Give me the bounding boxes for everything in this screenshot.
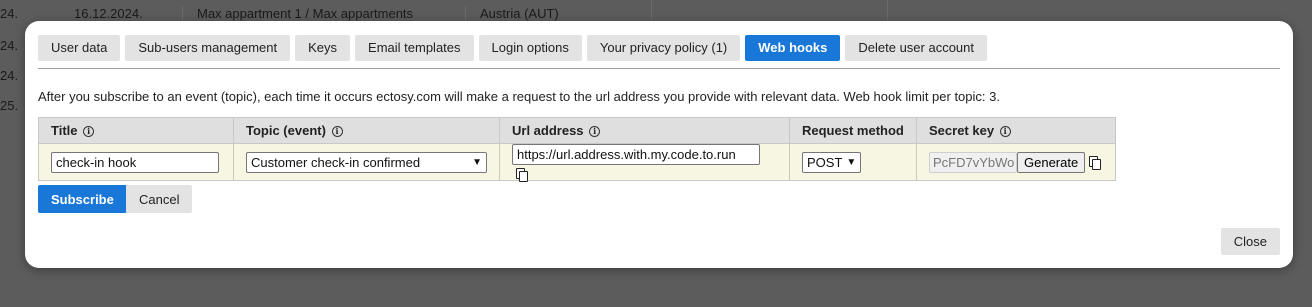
row-number: 24. [0, 38, 19, 53]
cell-url [499, 143, 790, 182]
row-date: 16.12.2024. [74, 5, 143, 21]
cell-secret: PcFD7vYbWo Generate [916, 143, 1116, 181]
web-hooks-table: Title i Topic (event) i Url address i Re… [38, 117, 1116, 182]
title-input[interactable] [51, 151, 219, 173]
cell-topic: Customer check-in confirmed ▼ [233, 143, 500, 181]
cell-title [38, 143, 234, 181]
header-title: Title i [38, 117, 234, 144]
background-row-numbers: 24. 24. 25. [0, 38, 18, 128]
row-number: 24. [0, 68, 19, 83]
table-row: Customer check-in confirmed ▼ POST ▼ PcF… [38, 143, 1116, 182]
header-method-label: Request method [802, 123, 904, 138]
info-icon[interactable]: i [83, 126, 95, 138]
header-secret-label: Secret key [929, 123, 995, 138]
header-topic-label: Topic (event) [246, 123, 326, 138]
topic-select-value: Customer check-in confirmed [251, 154, 421, 170]
tab-sub-users-management[interactable]: Sub-users management [125, 35, 291, 61]
close-button[interactable]: Close [1220, 228, 1280, 255]
intro-text: After you subscribe to an event (topic),… [38, 89, 1000, 104]
header-topic: Topic (event) i [233, 117, 500, 144]
secret-key-field[interactable]: PcFD7vYbWo [929, 151, 1017, 173]
table-header-row: Title i Topic (event) i Url address i Re… [38, 117, 1116, 144]
chevron-down-icon: ▼ [846, 156, 857, 168]
url-input[interactable] [512, 144, 760, 165]
settings-tabs: User data Sub-users management Keys Emai… [38, 35, 987, 61]
method-select[interactable]: POST ▼ [802, 151, 861, 173]
method-select-value: POST [807, 154, 843, 170]
tab-delete-user-account[interactable]: Delete user account [845, 35, 987, 61]
tab-email-templates[interactable]: Email templates [355, 35, 474, 61]
chevron-down-icon: ▼ [472, 156, 482, 168]
web-hooks-modal: User data Sub-users management Keys Emai… [25, 21, 1293, 268]
header-url-label: Url address [512, 123, 584, 138]
info-icon[interactable]: i [589, 126, 601, 138]
generate-button[interactable]: Generate [1017, 151, 1086, 173]
copy-icon[interactable] [516, 167, 528, 182]
row-number: 24. [0, 5, 19, 21]
header-url: Url address i [499, 117, 790, 144]
tab-keys[interactable]: Keys [295, 35, 351, 61]
row-property-name: Max appartment 1 / Max appartments [182, 5, 465, 21]
tab-user-data[interactable]: User data [38, 35, 121, 61]
header-method: Request method [789, 117, 917, 144]
topic-select[interactable]: Customer check-in confirmed ▼ [246, 151, 487, 173]
header-title-label: Title [51, 123, 78, 138]
cancel-button[interactable]: Cancel [126, 185, 193, 213]
tab-web-hooks[interactable]: Web hooks [745, 35, 841, 61]
header-secret: Secret key i [916, 117, 1116, 144]
info-icon[interactable]: i [999, 126, 1011, 138]
tab-privacy-policy[interactable]: Your privacy policy (1) [586, 35, 741, 61]
cell-method: POST ▼ [789, 143, 917, 181]
row-country: Austria (AUT) [465, 5, 651, 21]
tabs-divider [38, 68, 1280, 69]
copy-icon[interactable] [1089, 156, 1102, 170]
row-number: 25. [0, 98, 19, 113]
subscribe-button[interactable]: Subscribe [38, 185, 127, 213]
info-icon[interactable]: i [331, 126, 343, 138]
tab-login-options[interactable]: Login options [478, 35, 582, 61]
